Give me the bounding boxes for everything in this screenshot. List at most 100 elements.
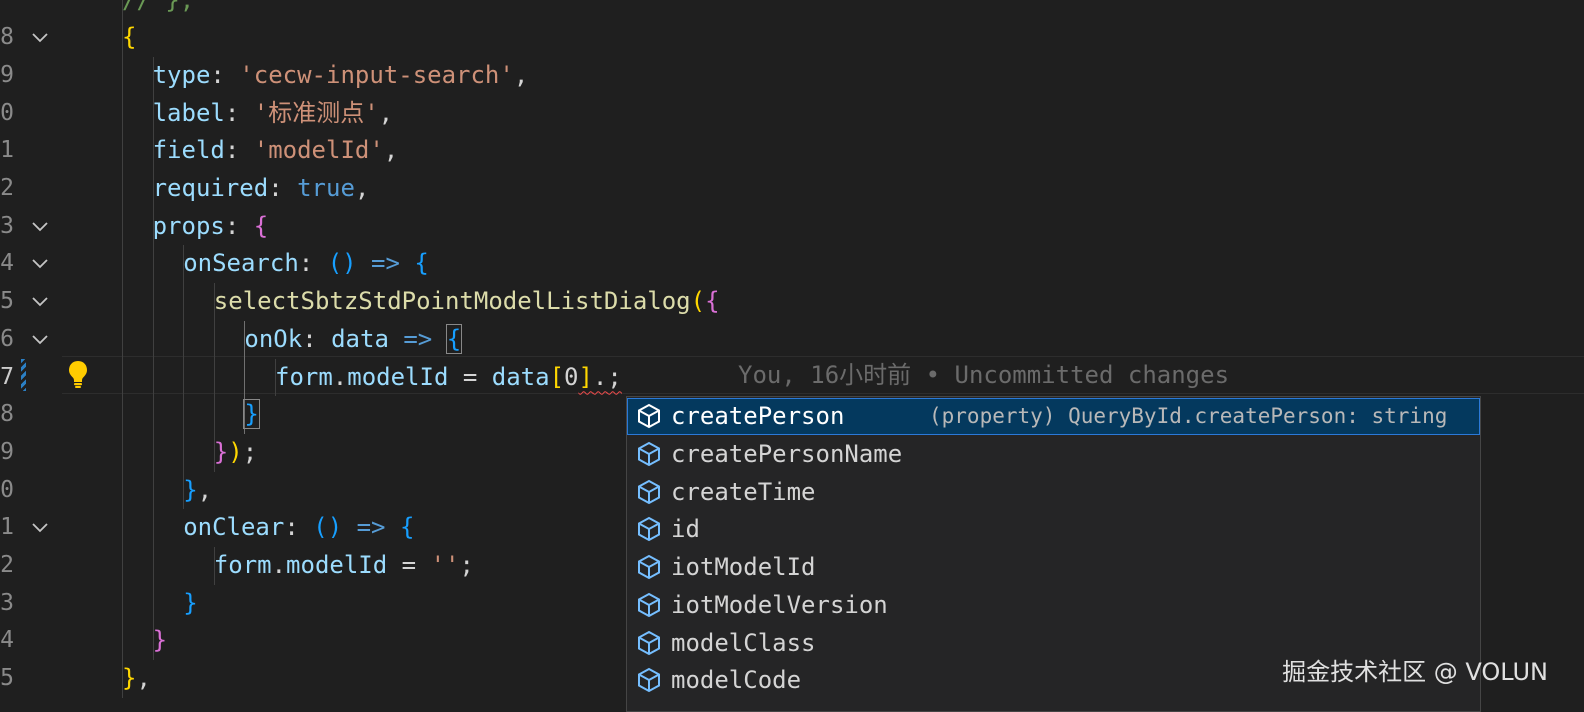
code-line[interactable]: });: [214, 434, 257, 472]
code-token: (: [690, 287, 706, 316]
git-modified-indicator[interactable]: [21, 359, 26, 391]
code-line[interactable]: onSearch: () => {: [183, 245, 429, 283]
code-token: onOk: [244, 324, 303, 353]
code-token: required: [152, 174, 269, 202]
code-token: }: [152, 626, 168, 655]
line-number: 0: [0, 99, 14, 126]
code-token: // },: [122, 0, 194, 14]
code-token: ,: [383, 136, 399, 165]
code-token: ,: [354, 174, 370, 202]
code-token: label: [152, 98, 225, 127]
code-token: selectSbtzStdPointModelListDialog: [213, 287, 691, 316]
fold-chevron-down-icon[interactable]: [30, 208, 50, 246]
code-line[interactable]: type: 'cecw-input-search',: [153, 57, 529, 95]
fold-chevron-down-icon[interactable]: [30, 321, 50, 359]
suggestion-item[interactable]: iotModelId: [627, 548, 1480, 586]
code-line[interactable]: label: '标准测点',: [153, 95, 394, 133]
line-number: 3: [0, 589, 14, 616]
suggestion-detail: (property) QueryById.createPerson: strin…: [929, 404, 1448, 429]
code-line[interactable]: },: [183, 472, 212, 510]
property-cube-icon: [627, 398, 671, 436]
line-number: 0: [0, 476, 14, 503]
inline-git-blame: You, 16小时前 • Uncommitted changes: [738, 361, 1230, 389]
suggestion-label: createPersonName: [671, 440, 903, 469]
line-number: 4: [0, 250, 14, 277]
code-token: .: [271, 551, 287, 579]
suggestion-item[interactable]: id: [627, 511, 1480, 549]
code-line[interactable]: }: [243, 396, 260, 434]
code-token: data: [331, 324, 389, 353]
code-line[interactable]: }: [183, 585, 197, 623]
code-token: =>: [403, 324, 433, 353]
code-line[interactable]: onClear: () => {: [183, 509, 414, 547]
fold-chevron-down-icon[interactable]: [30, 19, 50, 57]
code-line[interactable]: // },: [122, 0, 194, 19]
line-number: 8: [0, 24, 14, 51]
code-token: }: [122, 664, 137, 693]
suggestion-item[interactable]: createPerson (property) QueryById.createP…: [627, 397, 1480, 436]
indent-guide: [122, 0, 123, 698]
fold-chevron-down-icon[interactable]: [30, 283, 50, 321]
code-line[interactable]: form.modelId = '';: [214, 547, 474, 585]
code-token: ,: [378, 98, 394, 127]
code-line[interactable]: onOk: data => {: [244, 321, 463, 359]
line-number: 1: [0, 137, 14, 164]
line-number: 9: [0, 438, 14, 465]
code-token: :: [302, 324, 332, 353]
line-number: 6: [0, 325, 14, 352]
lightbulb-icon[interactable]: [66, 359, 90, 389]
code-token: data: [491, 362, 550, 391]
code-token: }: [183, 475, 198, 504]
code-token: (): [313, 513, 343, 542]
code-line[interactable]: },: [122, 660, 151, 698]
suggestion-label: iotModelId: [671, 553, 816, 582]
code-line[interactable]: selectSbtzStdPointModelListDialog({: [214, 283, 720, 321]
code-token: :: [298, 249, 328, 278]
code-line[interactable]: required: true,: [153, 170, 370, 208]
fold-chevron-down-icon[interactable]: [30, 509, 50, 547]
code-token: modelId: [286, 551, 388, 579]
line-number: 8: [0, 401, 14, 428]
line-number: 3: [0, 212, 14, 239]
code-line[interactable]: {: [122, 19, 136, 57]
property-cube-icon: [627, 624, 671, 662]
property-cube-icon: [627, 586, 671, 624]
code-token: onClear: [183, 513, 285, 542]
suggestion-item[interactable]: createPersonName: [627, 435, 1480, 473]
code-token: =>: [356, 513, 386, 542]
code-token: 'modelId': [253, 136, 384, 165]
code-token: =>: [371, 249, 400, 278]
code-token: }: [243, 399, 260, 430]
fold-chevron-down-icon[interactable]: [30, 245, 50, 283]
code-token: }: [213, 437, 229, 466]
line-number: 1: [0, 514, 14, 541]
suggestion-item[interactable]: createTime: [627, 473, 1480, 511]
code-token: :: [284, 513, 314, 542]
code-token: ;: [459, 551, 474, 579]
indent-guide: [183, 245, 185, 510]
code-token: [: [549, 362, 565, 391]
code-token: (): [327, 249, 357, 278]
code-token: :: [224, 98, 254, 127]
code-line[interactable]: form.modelId = data[0].;: [275, 359, 622, 397]
code-line[interactable]: }: [153, 622, 167, 660]
code-token: {: [445, 323, 463, 354]
suggestion-item[interactable]: iotModelVersion: [627, 586, 1480, 624]
line-number: 2: [0, 175, 14, 201]
code-token: {: [122, 23, 137, 52]
code-line[interactable]: props: {: [153, 208, 269, 246]
code-token: props: [152, 211, 225, 240]
suggestion-label: createPerson: [671, 402, 845, 431]
suggestion-label: modelCode: [671, 666, 802, 695]
line-number: 7: [0, 363, 14, 390]
code-line[interactable]: field: 'modelId',: [153, 132, 399, 170]
code-token: onSearch: [183, 249, 299, 278]
code-token: ,: [513, 60, 529, 89]
code-token: .: [592, 362, 608, 391]
property-cube-icon: [627, 435, 671, 473]
code-token: '': [430, 551, 460, 579]
code-token: =: [387, 551, 431, 579]
